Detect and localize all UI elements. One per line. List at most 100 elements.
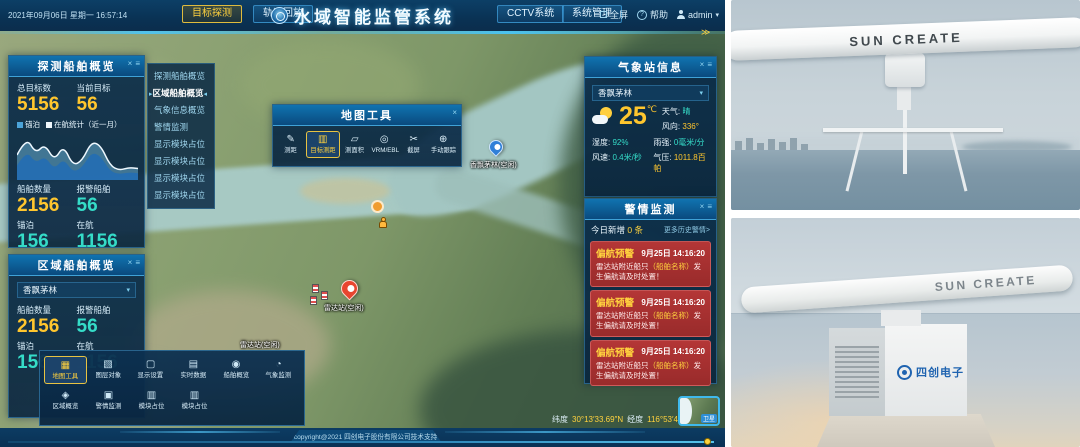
panel-title: 地图工具 [341, 107, 393, 123]
alert-card[interactable]: 偏航预警9月25日 14:16:20 雷达站附近船只（船舶名称）发生偏航请及时处… [590, 241, 711, 287]
ruler-icon: ▥ [307, 134, 339, 146]
person-marker-icon[interactable] [379, 217, 387, 228]
close-icon[interactable]: × [700, 203, 705, 211]
panel-header: 气象站信息 ×≡ [585, 57, 716, 78]
panel-title: 警情监测 [625, 201, 677, 217]
tool-target-ranging[interactable]: ▥目标测距 [306, 131, 340, 158]
toolbar-region-overview[interactable]: ◈区域概览 [44, 387, 87, 413]
crosshair-icon: ⊕ [429, 134, 458, 146]
close-icon[interactable]: × [700, 61, 705, 69]
polygon-icon: ▱ [340, 134, 369, 146]
radar-station-label-blue: 香飘茅林(空闲) [470, 160, 517, 170]
collapse-icon[interactable]: ≡ [707, 203, 712, 211]
region-select[interactable]: 香飘茅林 ▾ [17, 282, 136, 298]
legend-swatch-anchored [17, 122, 23, 128]
toolbar-display-settings[interactable]: ▢显示设置 [129, 356, 172, 384]
alert-time: 9月25日 14:16:20 [641, 248, 705, 259]
stat-value: 2156 [17, 196, 77, 216]
pencil-icon: ✎ [276, 134, 305, 146]
menu-item-weather-info[interactable]: 气象信息概览 [148, 102, 214, 119]
display-icon: ▢ [129, 358, 172, 371]
alert-card[interactable]: 偏航预警9月25日 14:16:20 雷达站附近船只（船舶名称）发生偏航请及时处… [590, 290, 711, 336]
vent-grille [835, 346, 879, 398]
tool-manual-track[interactable]: ⊕手动跟踪 [429, 134, 458, 155]
latitude-label: 纬度 [552, 414, 568, 425]
minimap-overview[interactable]: 卫星 [678, 396, 720, 426]
buoy-flag-icon [321, 291, 328, 300]
stat-label: 总目标数 [17, 82, 77, 94]
toolbar-module-placeholder[interactable]: ▥模块占位 [173, 387, 216, 413]
panel-header: 区域船舶概览 ×≡ [9, 255, 144, 276]
menu-item-module-placeholder[interactable]: 显示模块占位 [148, 153, 214, 170]
nav-tab-track-replay[interactable]: 轨迹回放 [253, 5, 313, 23]
weather-field-label: 风向: [662, 122, 680, 131]
weather-field-value: 0毫米/分 [674, 138, 705, 147]
menu-item-alert-monitor[interactable]: 警情监测 [148, 119, 214, 136]
toolbar-layer-objects[interactable]: ▧图层对象 [87, 356, 130, 384]
chevron-down-icon: ▾ [699, 89, 703, 97]
more-history-link[interactable]: 更多历史警情> [664, 225, 710, 235]
nav-tab-target-detection[interactable]: 目标探测 [182, 5, 242, 23]
buoy-flag-icon [312, 284, 319, 293]
weather-field-label: 湿度: [592, 138, 610, 147]
weather-field-value: 0.4米/秒 [612, 153, 641, 162]
tool-vrm-ebl[interactable]: ◎VRM/EBL [370, 134, 399, 155]
legend-label: 锚泊 [25, 120, 40, 129]
timeline-slider[interactable] [8, 441, 714, 443]
alert-card[interactable]: 偏航预警9月25日 14:16:20 雷达站附近船只（船舶名称）发生偏航请及时处… [590, 340, 711, 386]
menu-item-region-ships[interactable]: ▸区域船舶概览◂ [148, 85, 214, 102]
weather-station-select[interactable]: 香飘茅林 ▾ [592, 85, 709, 101]
alert-text: 雷达站附近船只（船舶名称）发生偏航请及时处置！ [596, 311, 705, 331]
stat-value: 5156 [17, 95, 77, 115]
temperature-value: 25 [619, 102, 647, 130]
toolbar-alert-monitor[interactable]: ▣警情监测 [87, 387, 130, 413]
camera-marker-icon[interactable] [371, 200, 384, 213]
user-icon [677, 10, 685, 19]
collapse-icon[interactable]: ≡ [135, 60, 140, 68]
toolbar-module-placeholder[interactable]: ▥模块占位 [130, 387, 173, 413]
timeline-slider-knob[interactable] [704, 438, 711, 445]
toolbar-map-tools[interactable]: ▦地图工具 [44, 356, 87, 384]
menu-item-detected-ships[interactable]: 探测船舶概览 [148, 68, 214, 85]
toolbar-realtime-data[interactable]: ▤实时数据 [172, 356, 215, 384]
toolbar-weather-monitor[interactable]: ◔气象监测 [257, 356, 300, 384]
fullscreen-button[interactable]: 全屏 [600, 8, 628, 21]
panel-header: 探测船舶概览 ×≡ [9, 56, 144, 77]
top-header: 2021年09月06日 星期一 16:57:14 目标探测 轨迹回放 水域智能监… [0, 0, 725, 31]
person-body [379, 221, 387, 228]
stat-value: 56 [77, 95, 137, 115]
weather-field-value: 92% [612, 138, 628, 147]
tool-measure-distance[interactable]: ✎测距 [276, 134, 305, 155]
today-new-label: 今日新增 [591, 225, 625, 235]
region-select-value: 香飘茅林 [23, 284, 57, 296]
module-icon: ▥ [173, 389, 216, 402]
collapse-icon[interactable]: ≡ [135, 259, 140, 267]
nav-tab-cctv-system[interactable]: CCTV系统 [497, 5, 564, 23]
help-button[interactable]: ?帮助 [637, 8, 668, 21]
module-icon: ▥ [130, 389, 173, 402]
decor-line [120, 431, 280, 433]
user-menu[interactable]: admin▾ [677, 10, 719, 20]
help-icon: ? [637, 10, 647, 20]
photo-radar-base [817, 414, 995, 447]
header-actions: 全屏 ?帮助 admin▾ [600, 8, 719, 21]
chevron-down-icon: ▾ [715, 11, 719, 19]
tool-screenshot[interactable]: ✂截屏 [399, 134, 428, 155]
alert-time: 9月25日 14:16:20 [641, 297, 705, 308]
close-icon[interactable]: × [128, 259, 133, 267]
menu-item-module-placeholder[interactable]: 显示模块占位 [148, 136, 214, 153]
menu-item-module-placeholder[interactable]: 显示模块占位 [148, 170, 214, 187]
water-supervision-app: 香飘茅林(空闲) 雷达站(空闲) 雷达站(空闲) 2021年09月06日 星期一… [0, 0, 725, 447]
menu-item-module-placeholder[interactable]: 显示模块占位 [148, 187, 214, 204]
stat-label: 在航 [77, 219, 137, 231]
toolbar-ship-overview[interactable]: ◉船舶概览 [215, 356, 258, 384]
layers-icon: ▧ [87, 358, 130, 371]
close-icon[interactable]: × [452, 109, 457, 117]
tool-measure-area[interactable]: ▱测面积 [340, 134, 369, 155]
decor-line [445, 431, 645, 433]
ships-area-chart [17, 132, 138, 180]
close-icon[interactable]: × [128, 60, 133, 68]
panel-title: 气象站信息 [618, 59, 683, 75]
collapse-icon[interactable]: ≡ [707, 61, 712, 69]
panel-weather-station: 气象站信息 ×≡ 香飘茅林 ▾ 25℃ 天气: 晴 风向: 336° 湿 [584, 56, 717, 197]
